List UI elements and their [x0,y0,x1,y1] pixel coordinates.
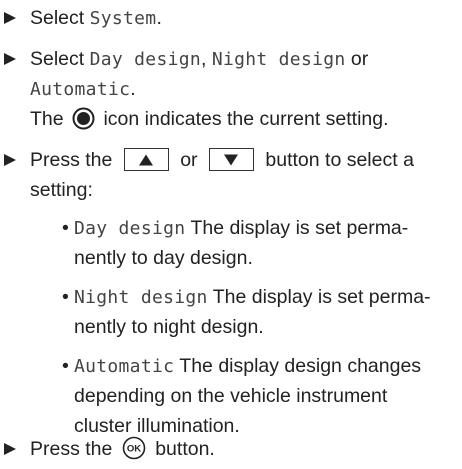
note-prefix: The [30,108,70,130]
ok-button-icon: OK [122,436,146,460]
menu-option-automatic: Automatic [30,79,131,100]
option-description: The display design changes [174,355,422,377]
menu-option-day-design: Day design [89,49,201,70]
up-button-key [123,148,169,171]
step-suffix: button to select a [259,149,414,171]
step-suffix: button. [149,438,215,460]
option-term: Day design [74,218,186,239]
separator-text: , [201,48,212,70]
step-text: Press the or button to select a setting: [30,145,458,205]
option-term: Night design [74,287,208,308]
option-description: depending on the vehicle instrument [74,385,388,407]
step-suffix: . [156,7,162,29]
step-prefix: Press the [30,438,118,460]
radio-selected-icon [72,107,95,130]
step-arrow-icon [3,44,21,74]
step-text: Press the OK button. [30,434,458,464]
step-arrow-icon [3,434,21,464]
option-description: nently to day design. [74,247,253,269]
step-continuation: setting: [30,179,93,201]
option-description: The display is set perma- [185,217,409,239]
menu-option-system: System [89,8,157,29]
up-triangle-icon [139,154,154,165]
bullet-dot: • [62,217,69,239]
step-prefix: Select [30,7,90,29]
or-text: or [174,149,203,171]
step-prefix: Select [30,48,90,70]
bullet-text: Automatic The display design changes dep… [74,351,458,441]
step-prefix: Press the [30,149,118,171]
option-term: Automatic [74,356,175,377]
bullet-text: Day design The display is set perma- nen… [74,213,458,273]
down-button-key [208,148,254,171]
step-text: Select Day design, Night design or Autom… [30,44,458,134]
ok-label: OK [127,444,141,455]
down-triangle-icon [224,154,239,165]
step-arrow-icon [3,145,21,175]
menu-option-night-design: Night design [211,49,346,70]
or-text: or [345,48,369,70]
note-suffix: icon indicates the current setting. [98,108,389,130]
step-arrow-icon [3,3,21,33]
bullet-dot: • [62,286,69,308]
bullet-text: Night design The display is set perma- n… [74,282,458,342]
step-text: Select System. [30,3,458,33]
bullet-dot: • [62,355,69,377]
manual-page: Select System. Select Day design, Night … [0,0,462,467]
option-description: The display is set perma- [207,286,431,308]
option-description: nently to night design. [74,316,264,338]
step-suffix: . [130,78,136,100]
